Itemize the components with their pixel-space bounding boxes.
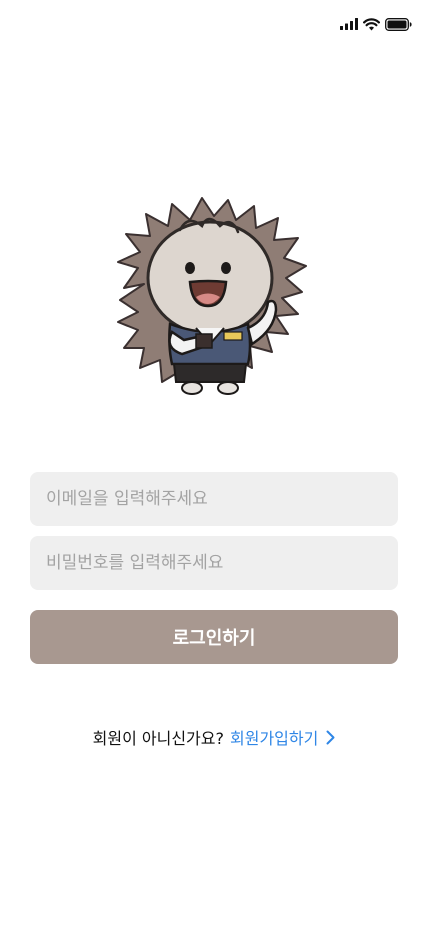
password-field[interactable] xyxy=(30,536,398,590)
signup-link-label: 회원가입하기 xyxy=(230,729,319,748)
status-bar xyxy=(340,14,412,34)
signup-prompt: 회원이 아니신가요? xyxy=(92,729,224,748)
email-field[interactable] xyxy=(30,472,398,526)
battery-icon xyxy=(385,17,412,31)
signup-link[interactable]: 회원가입하기 xyxy=(230,725,335,749)
hedgehog-mascot-icon xyxy=(117,197,307,395)
login-button[interactable]: 로그인하기 xyxy=(30,610,398,664)
signal-icon xyxy=(340,18,358,30)
wifi-icon xyxy=(363,17,380,30)
signup-row: 회원이 아니신가요? 회원가입하기 xyxy=(0,724,428,750)
chevron-right-icon xyxy=(326,730,335,744)
